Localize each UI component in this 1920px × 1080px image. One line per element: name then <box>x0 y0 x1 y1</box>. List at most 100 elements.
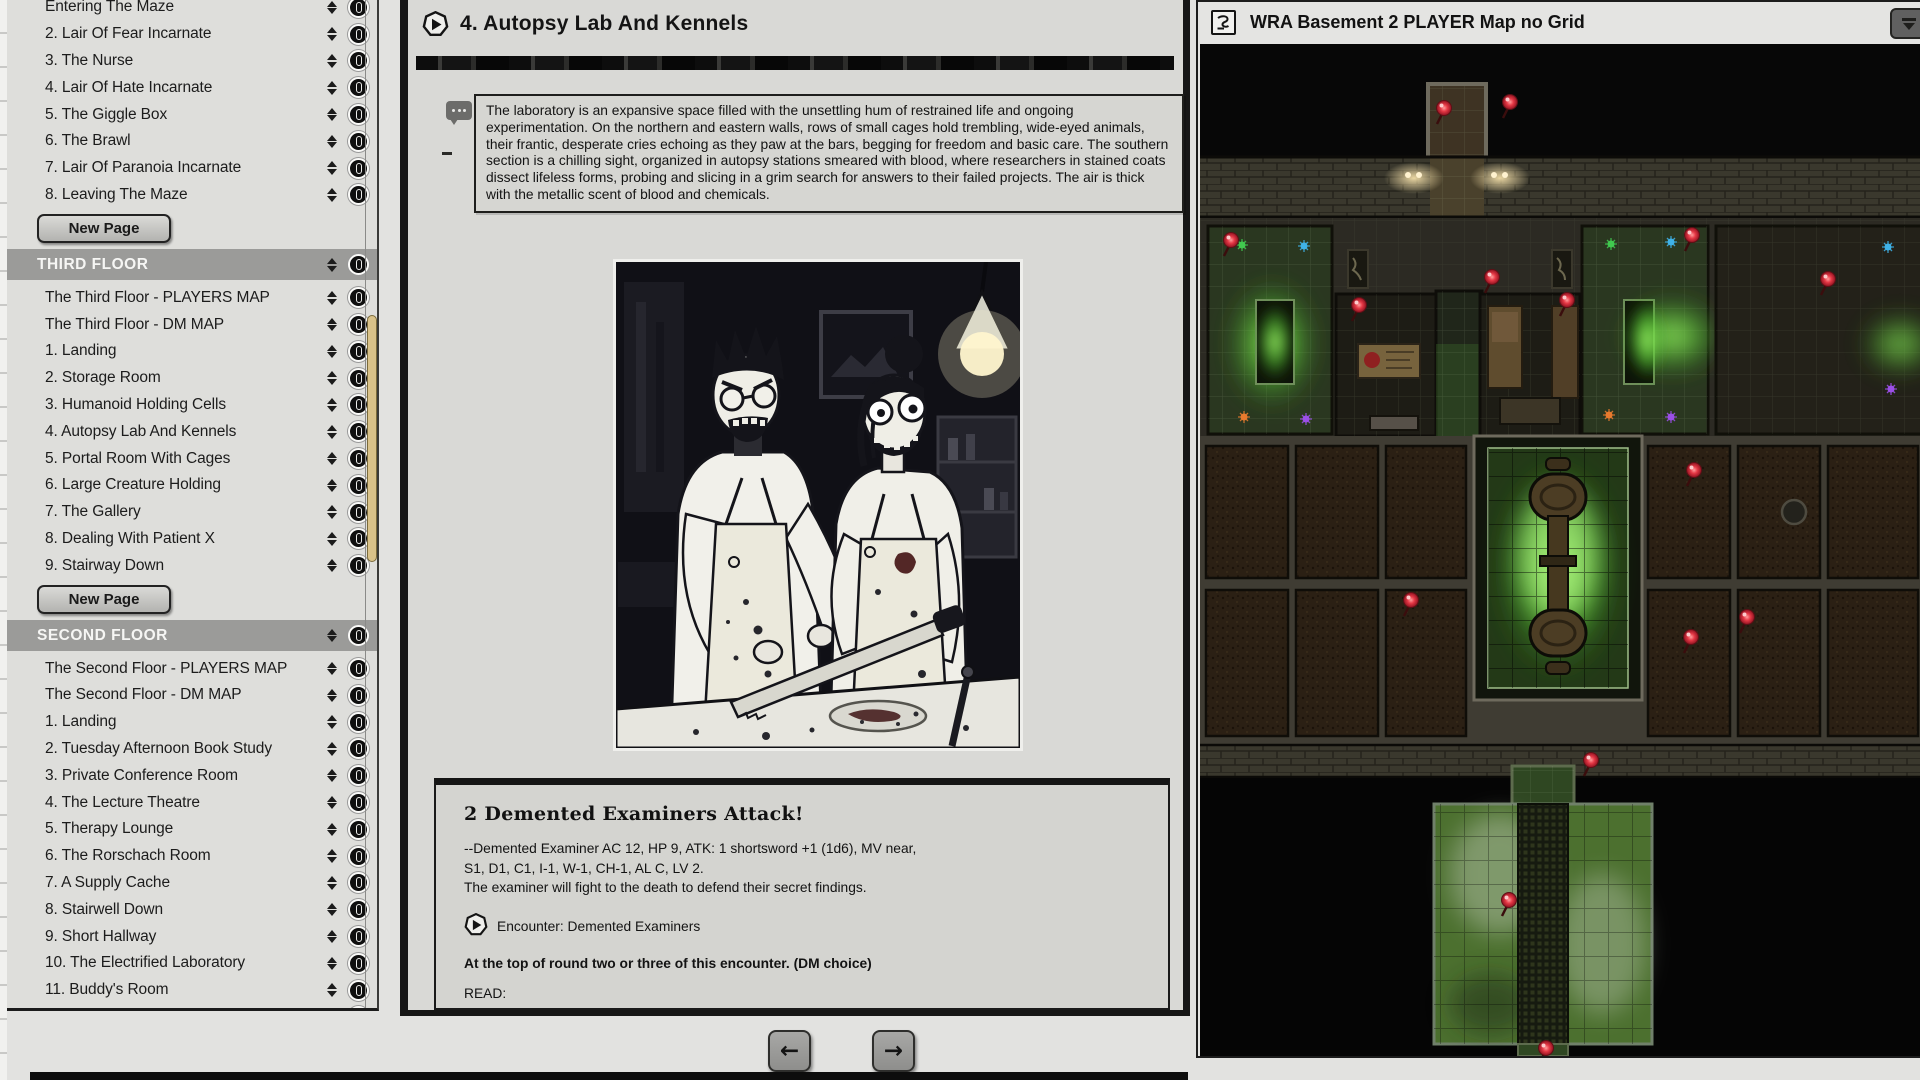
new-page-button[interactable]: New Page <box>37 585 171 614</box>
section-header-second-floor[interactable]: SECOND FLOOR <box>7 620 377 651</box>
journal-page-item[interactable]: 9. Short Hallway <box>7 923 377 950</box>
journal-page-item[interactable]: 6. The Rorschach Room <box>7 843 377 870</box>
journal-page-item[interactable]: 10. The Electrified Laboratory <box>7 950 377 977</box>
reorder-icon[interactable] <box>324 559 339 573</box>
page-item-label: 5. Portal Room With Cages <box>45 450 324 468</box>
page-item-label: 12. Security Air Lock <box>45 1008 324 1011</box>
reorder-icon[interactable] <box>324 371 339 385</box>
page-item-label: 7. The Gallery <box>45 503 324 521</box>
section-header-third-floor[interactable]: THIRD FLOOR <box>7 249 377 280</box>
page-item-label: 5. Therapy Lounge <box>45 820 324 838</box>
read-aloud-icon[interactable] <box>446 101 472 120</box>
left-edge-strip <box>0 0 7 1080</box>
journal-page-item[interactable]: 5. Therapy Lounge <box>7 816 377 843</box>
journal-page-item[interactable]: 4. Lair Of Hate Incarnate <box>7 74 377 101</box>
page-item-label: 9. Stairway Down <box>45 557 324 575</box>
reorder-icon[interactable] <box>324 849 339 863</box>
journal-page-item[interactable]: 2. Storage Room <box>7 365 377 392</box>
journal-page-item[interactable]: 3. Humanoid Holding Cells <box>7 392 377 419</box>
reorder-icon[interactable] <box>324 479 339 493</box>
reorder-icon[interactable] <box>324 532 339 546</box>
window-menu-button[interactable] <box>1890 8 1920 39</box>
reorder-icon[interactable] <box>324 161 339 175</box>
page-item-label: 1. Landing <box>45 342 324 360</box>
page-item-label: 4. The Lecture Theatre <box>45 794 324 812</box>
journal-page-item[interactable]: 4. Autopsy Lab And Kennels <box>7 418 377 445</box>
journal-page-item[interactable]: 7. Lair Of Paranoia Incarnate <box>7 155 377 182</box>
map-image-popout: WRA Basement 2 PLAYER Map no Grid <box>1196 0 1920 1058</box>
journal-page-item[interactable]: The Second Floor - DM MAP <box>7 682 377 709</box>
journal-page-item[interactable]: 7. A Supply Cache <box>7 870 377 897</box>
reorder-icon[interactable] <box>324 823 339 837</box>
next-page-button[interactable]: → <box>872 1030 915 1072</box>
journal-page-item[interactable]: 11. Buddy's Room <box>7 977 377 1004</box>
play-icon[interactable] <box>422 11 449 43</box>
journal-page-item[interactable]: 2. Tuesday Afternoon Book Study <box>7 736 377 763</box>
reorder-icon[interactable] <box>324 54 339 68</box>
journal-page-item[interactable]: 1. Landing <box>7 709 377 736</box>
journal-page-item[interactable]: 4. The Lecture Theatre <box>7 789 377 816</box>
reorder-icon[interactable] <box>324 983 339 997</box>
dungeon-map-canvas[interactable] <box>1200 44 1920 1056</box>
journal-page-item[interactable]: 5. Portal Room With Cages <box>7 445 377 472</box>
page-item-label: 9. Short Hallway <box>45 928 324 946</box>
map-pin[interactable] <box>1539 1041 1554 1057</box>
page-list-third-floor: The Third Floor - PLAYERS MAP The Third … <box>7 284 377 579</box>
reorder-icon[interactable] <box>324 135 339 149</box>
reorder-icon[interactable] <box>324 957 339 971</box>
reorder-icon[interactable] <box>324 452 339 466</box>
journal-page-item[interactable]: Entering The Maze <box>7 0 377 21</box>
reorder-icon[interactable] <box>324 689 339 703</box>
reorder-icon[interactable] <box>324 398 339 412</box>
journal-page-item[interactable]: 2. Lair Of Fear Incarnate <box>7 21 377 48</box>
sidebar-scrollbar-track[interactable] <box>365 0 376 1008</box>
reorder-icon[interactable] <box>324 876 339 890</box>
journal-page-item[interactable]: The Third Floor - PLAYERS MAP <box>7 284 377 311</box>
previous-page-button[interactable]: ← <box>768 1030 811 1072</box>
encounter-link[interactable]: Encounter: Demented Examiners <box>464 913 1148 940</box>
reorder-icon[interactable] <box>324 27 339 41</box>
reorder-icon[interactable] <box>324 425 339 439</box>
reorder-icon[interactable] <box>324 930 339 944</box>
stat-line: --Demented Examiner AC 12, HP 9, ATK: 1 … <box>464 839 1148 859</box>
page-item-label: 8. Dealing With Patient X <box>45 530 324 548</box>
sidebar-scrollbar-thumb[interactable] <box>367 315 377 562</box>
journal-page-item[interactable]: 8. Dealing With Patient X <box>7 526 377 553</box>
new-page-button[interactable]: New Page <box>37 214 171 243</box>
journal-page-item[interactable]: 12. Security Air Lock <box>7 1004 377 1012</box>
reorder-icon[interactable] <box>324 345 339 359</box>
reorder-icon[interactable] <box>324 796 339 810</box>
reorder-icon[interactable] <box>324 769 339 783</box>
reorder-icon[interactable] <box>324 108 339 122</box>
reorder-icon[interactable] <box>324 629 339 643</box>
reorder-icon[interactable] <box>324 1010 339 1011</box>
journal-page-item[interactable]: 8. Stairwell Down <box>7 896 377 923</box>
page-item-label: 8. Stairwell Down <box>45 901 324 919</box>
page-item-label: 2. Storage Room <box>45 369 324 387</box>
journal-page-item[interactable]: 3. The Nurse <box>7 48 377 75</box>
journal-page-item[interactable]: The Third Floor - DM MAP <box>7 311 377 338</box>
reorder-icon[interactable] <box>324 188 339 202</box>
reorder-icon[interactable] <box>324 903 339 917</box>
journal-page-item[interactable]: 6. The Brawl <box>7 128 377 155</box>
reorder-icon[interactable] <box>324 81 339 95</box>
journal-page-item[interactable]: 8. Leaving The Maze <box>7 182 377 209</box>
map-window-header[interactable]: WRA Basement 2 PLAYER Map no Grid <box>1198 2 1920 44</box>
page-item-label: 1. Landing <box>45 713 324 731</box>
journal-page-item[interactable]: 5. The Giggle Box <box>7 101 377 128</box>
page-item-label: The Third Floor - PLAYERS MAP <box>45 289 324 307</box>
journal-page-item[interactable]: 1. Landing <box>7 338 377 365</box>
journal-page-item[interactable]: 3. Private Conference Room <box>7 762 377 789</box>
reorder-icon[interactable] <box>324 291 339 305</box>
journal-page-item[interactable]: 9. Stairway Down <box>7 552 377 579</box>
reorder-icon[interactable] <box>324 258 339 272</box>
journal-page-item[interactable]: 6. Large Creature Holding <box>7 472 377 499</box>
journal-page-item[interactable]: 7. The Gallery <box>7 499 377 526</box>
reorder-icon[interactable] <box>324 318 339 332</box>
journal-page-item[interactable]: The Second Floor - PLAYERS MAP <box>7 655 377 682</box>
reorder-icon[interactable] <box>324 662 339 676</box>
reorder-icon[interactable] <box>324 715 339 729</box>
reorder-icon[interactable] <box>324 505 339 519</box>
reorder-icon[interactable] <box>324 742 339 756</box>
reorder-icon[interactable] <box>324 1 339 15</box>
